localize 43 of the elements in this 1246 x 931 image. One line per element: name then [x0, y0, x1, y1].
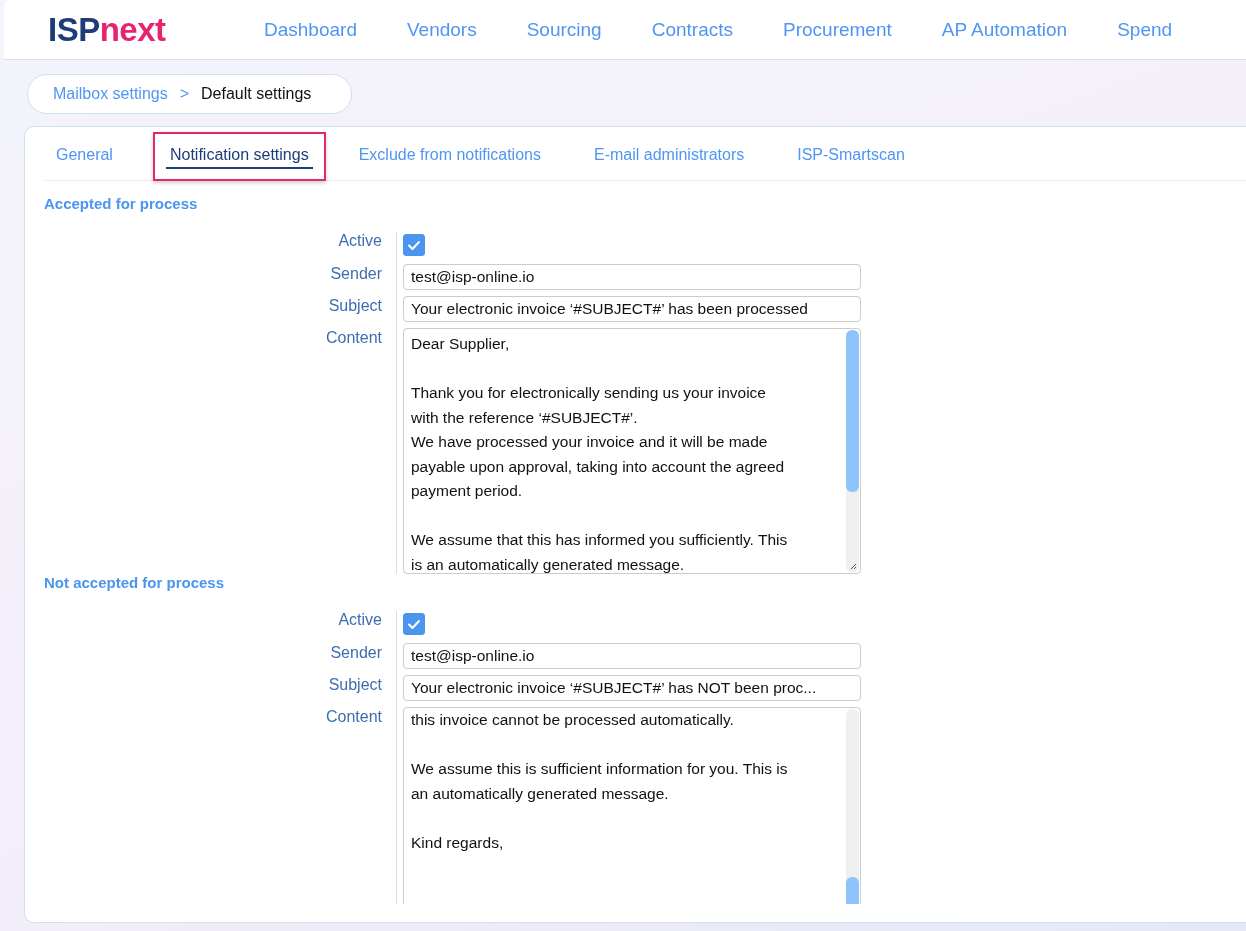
- nav-link[interactable]: Spend: [1117, 18, 1173, 41]
- field-label: Active: [338, 232, 382, 251]
- message-paragraph: Thank you for electronically sending us your invoice with the reference ‘#SUBJECT#’. We have processed your invoice and it will be made payable upon approval, taking into account the agreed payment period.: [411, 383, 786, 501]
- nav-link[interactable]: Dashboard: [264, 18, 357, 41]
- message-paragraph: this invoice cannot be processed automatically.: [411, 710, 735, 730]
- message-paragraph: We assume this is sufficient information for you. This is an automatically generated message.: [411, 759, 789, 804]
- nav-link[interactable]: AP Automation: [941, 18, 1068, 41]
- field-label: Sender: [330, 265, 382, 284]
- scrollbar[interactable]: [846, 330, 859, 572]
- sender-field[interactable]: test@isp-online.io: [403, 264, 861, 290]
- breadcrumb-separator: >: [179, 85, 190, 103]
- nav-link[interactable]: Vendors: [406, 18, 477, 41]
- field-label: Sender: [330, 644, 382, 663]
- section-title: Accepted for process: [44, 195, 199, 212]
- field-label: Subject: [328, 297, 382, 316]
- field-label: Subject: [328, 676, 382, 695]
- active-checkbox[interactable]: [403, 613, 425, 635]
- tab[interactable]: General: [52, 144, 117, 169]
- sender-field[interactable]: test@isp-online.io: [403, 643, 861, 669]
- content-field[interactable]: this invoice cannot be processed automatically. We assume this is sufficient information for you. This is an automatically generated message. Kind regards,: [403, 707, 861, 904]
- subject-field[interactable]: Your electronic invoice ‘#SUBJECT#’ has NOT been proc...: [403, 675, 861, 701]
- scrollbar[interactable]: [846, 709, 859, 904]
- tab[interactable]: Exclude from notifications: [354, 144, 545, 169]
- field-label: Active: [338, 611, 382, 630]
- resize-grip-icon[interactable]: [848, 561, 858, 571]
- message-paragraph: We assume that this has informed you sufficiently. This is an automatically generated message.: [411, 530, 789, 573]
- message-paragraph: Dear Supplier,: [411, 334, 511, 354]
- section-title: Not accepted for process: [44, 574, 226, 591]
- logo[interactable]: ISPnext: [48, 10, 228, 49]
- breadcrumb-link[interactable]: Mailbox settings: [53, 85, 168, 103]
- nav-link[interactable]: Contracts: [651, 18, 733, 41]
- tab[interactable]: E-mail administrators: [589, 144, 749, 169]
- subject-field[interactable]: Your electronic invoice ‘#SUBJECT#’ has been processed: [403, 296, 861, 322]
- active-checkbox[interactable]: [403, 234, 425, 256]
- content-field[interactable]: [403, 328, 861, 574]
- field-label: Content: [325, 329, 382, 348]
- nav-link[interactable]: Sourcing: [526, 18, 602, 41]
- scrollbar-thumb[interactable]: [846, 330, 859, 492]
- breadcrumb-current: Default settings: [201, 85, 312, 103]
- message-paragraph: Kind regards,: [411, 832, 505, 853]
- field-label: Content: [325, 708, 382, 727]
- tab[interactable]: ISP-Smartscan: [793, 144, 909, 169]
- nav-link[interactable]: Procurement: [783, 18, 892, 41]
